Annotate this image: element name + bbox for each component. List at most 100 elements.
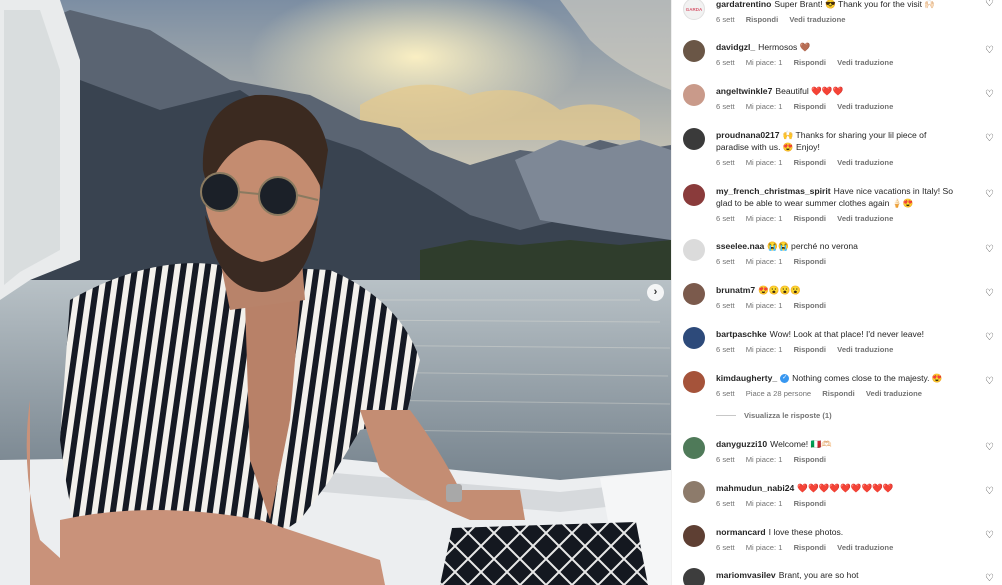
comment-text: I love these photos. bbox=[768, 527, 844, 537]
comment-meta: 6 sett Mi piace: 1 Rispondi Vedi traduzi… bbox=[716, 542, 976, 554]
comment-username[interactable]: my_french_christmas_spirit bbox=[716, 186, 831, 196]
like-heart-icon[interactable]: ♡ bbox=[985, 45, 994, 56]
comment-username[interactable]: danyguzzi10 bbox=[716, 439, 767, 449]
comment-username[interactable]: angeltwinkle7 bbox=[716, 86, 772, 96]
comment-text: 😍😮😮😮 bbox=[758, 285, 801, 295]
user-avatar[interactable] bbox=[683, 437, 705, 459]
comment-likes[interactable]: Mi piace: 1 bbox=[746, 455, 783, 464]
like-heart-icon[interactable]: ♡ bbox=[985, 244, 994, 255]
comment-username[interactable]: mahmudun_nabi24 bbox=[716, 483, 794, 493]
comment-time[interactable]: 6 sett bbox=[716, 543, 735, 552]
comment-username[interactable]: bartpaschke bbox=[716, 329, 767, 339]
reply-button[interactable]: Rispondi bbox=[794, 499, 826, 508]
translate-button[interactable]: Vedi traduzione bbox=[837, 102, 893, 111]
post-photo[interactable]: › bbox=[0, 0, 671, 585]
translate-button[interactable]: Vedi traduzione bbox=[837, 58, 893, 67]
user-avatar[interactable] bbox=[683, 239, 705, 261]
comment-time[interactable]: 6 sett bbox=[716, 499, 735, 508]
comment-likes[interactable]: Piace a 28 persone bbox=[746, 389, 811, 398]
comment-username[interactable]: sseelee.naa bbox=[716, 241, 764, 251]
comments-panel[interactable]: GARDA gardatrentino Super Brant! 😎 Thank … bbox=[671, 0, 1002, 585]
comment-username[interactable]: kimdaugherty_ bbox=[716, 373, 777, 383]
like-heart-icon[interactable]: ♡ bbox=[985, 332, 994, 343]
user-avatar[interactable] bbox=[683, 128, 705, 150]
reply-button[interactable]: Rispondi bbox=[794, 455, 826, 464]
comment-likes[interactable]: Mi piace: 1 bbox=[746, 301, 783, 310]
comment-likes[interactable]: Mi piace: 1 bbox=[746, 499, 783, 508]
comment-meta: 6 sett Mi piace: 1 Rispondi Vedi traduzi… bbox=[716, 157, 956, 169]
reply-button[interactable]: Rispondi bbox=[794, 58, 826, 67]
comment-username[interactable]: brunatm7 bbox=[716, 285, 755, 295]
like-heart-icon[interactable]: ♡ bbox=[985, 288, 994, 299]
comment-likes[interactable]: Mi piace: 1 bbox=[746, 214, 783, 223]
comment-meta: 6 sett Piace a 28 persone Rispondi Vedi … bbox=[716, 388, 976, 400]
comment-likes[interactable]: Mi piace: 1 bbox=[746, 345, 783, 354]
comment-text: Wow! Look at that place! I'd never leave… bbox=[769, 329, 924, 339]
user-avatar[interactable] bbox=[683, 184, 705, 206]
view-replies-button[interactable]: Visualizza le risposte (1) bbox=[716, 411, 832, 420]
comment-time[interactable]: 6 sett bbox=[716, 158, 735, 167]
like-heart-icon[interactable]: ♡ bbox=[985, 573, 994, 584]
reply-button[interactable]: Rispondi bbox=[794, 158, 826, 167]
comment-likes[interactable]: Mi piace: 1 bbox=[746, 102, 783, 111]
like-heart-icon[interactable]: ♡ bbox=[985, 0, 994, 9]
avatar-logo: GARDA bbox=[685, 6, 703, 12]
carousel-next-button[interactable]: › bbox=[647, 284, 664, 301]
comment-meta: 6 sett Mi piace: 1 Rispondi Vedi traduzi… bbox=[716, 101, 976, 113]
user-avatar[interactable] bbox=[683, 40, 705, 62]
comment-time[interactable]: 6 sett bbox=[716, 301, 735, 310]
like-heart-icon[interactable]: ♡ bbox=[985, 133, 994, 144]
comment-time[interactable]: 6 sett bbox=[716, 58, 735, 67]
user-avatar[interactable] bbox=[683, 84, 705, 106]
reply-button[interactable]: Rispondi bbox=[794, 214, 826, 223]
translate-button[interactable]: Vedi traduzione bbox=[837, 158, 893, 167]
translate-button[interactable]: Vedi traduzione bbox=[837, 214, 893, 223]
comment-username[interactable]: davidgzl_ bbox=[716, 42, 755, 52]
translate-button[interactable]: Vedi traduzione bbox=[866, 389, 922, 398]
comment-time[interactable]: 6 sett bbox=[716, 389, 735, 398]
comment-item: GARDA gardatrentino Super Brant! 😎 Thank … bbox=[672, 0, 1002, 28]
like-heart-icon[interactable]: ♡ bbox=[985, 376, 994, 387]
user-avatar[interactable] bbox=[683, 481, 705, 503]
reply-button[interactable]: Rispondi bbox=[794, 543, 826, 552]
comment-time[interactable]: 6 sett bbox=[716, 102, 735, 111]
comment-time[interactable]: 6 sett bbox=[716, 15, 735, 24]
comment-time[interactable]: 6 sett bbox=[716, 455, 735, 464]
comment-likes[interactable]: Mi piace: 1 bbox=[746, 257, 783, 266]
comment-likes[interactable]: Mi piace: 1 bbox=[746, 158, 783, 167]
comment-likes[interactable]: Mi piace: 1 bbox=[746, 543, 783, 552]
comment-username[interactable]: gardatrentino bbox=[716, 0, 771, 9]
comment-time[interactable]: 6 sett bbox=[716, 257, 735, 266]
user-avatar[interactable] bbox=[683, 283, 705, 305]
comment-time[interactable]: 6 sett bbox=[716, 214, 735, 223]
translate-button[interactable]: Vedi traduzione bbox=[837, 543, 893, 552]
translate-button[interactable]: Vedi traduzione bbox=[837, 345, 893, 354]
comment-username[interactable]: mariomvasilev bbox=[716, 570, 776, 580]
comment-time[interactable]: 6 sett bbox=[716, 345, 735, 354]
comment-text: Beautiful ❤️❤️❤️ bbox=[775, 86, 844, 96]
reply-button[interactable]: Rispondi bbox=[746, 15, 778, 24]
reply-button[interactable]: Rispondi bbox=[822, 389, 854, 398]
comment-text: 😭😭 perché no verona bbox=[767, 241, 858, 251]
like-heart-icon[interactable]: ♡ bbox=[985, 486, 994, 497]
user-avatar[interactable] bbox=[683, 371, 705, 393]
user-avatar[interactable]: GARDA bbox=[683, 0, 705, 20]
comment-likes[interactable]: Mi piace: 1 bbox=[746, 58, 783, 67]
like-heart-icon[interactable]: ♡ bbox=[985, 189, 994, 200]
translate-button[interactable]: Vedi traduzione bbox=[789, 15, 845, 24]
comment-username[interactable]: proudnana0217 bbox=[716, 130, 780, 140]
user-avatar[interactable] bbox=[683, 327, 705, 349]
user-avatar[interactable] bbox=[683, 525, 705, 547]
like-heart-icon[interactable]: ♡ bbox=[985, 530, 994, 541]
verified-badge-icon: ✓ bbox=[780, 374, 790, 384]
reply-button[interactable]: Rispondi bbox=[794, 102, 826, 111]
user-avatar[interactable] bbox=[683, 568, 705, 585]
reply-button[interactable]: Rispondi bbox=[794, 345, 826, 354]
comment-text: Hermosos 🤎 bbox=[758, 42, 811, 52]
like-heart-icon[interactable]: ♡ bbox=[985, 442, 994, 453]
reply-button[interactable]: Rispondi bbox=[794, 257, 826, 266]
comment-meta: 6 sett Mi piace: 1 Rispondi Vedi traduzi… bbox=[716, 57, 976, 69]
comment-username[interactable]: normancard bbox=[716, 527, 766, 537]
like-heart-icon[interactable]: ♡ bbox=[985, 89, 994, 100]
reply-button[interactable]: Rispondi bbox=[794, 301, 826, 310]
